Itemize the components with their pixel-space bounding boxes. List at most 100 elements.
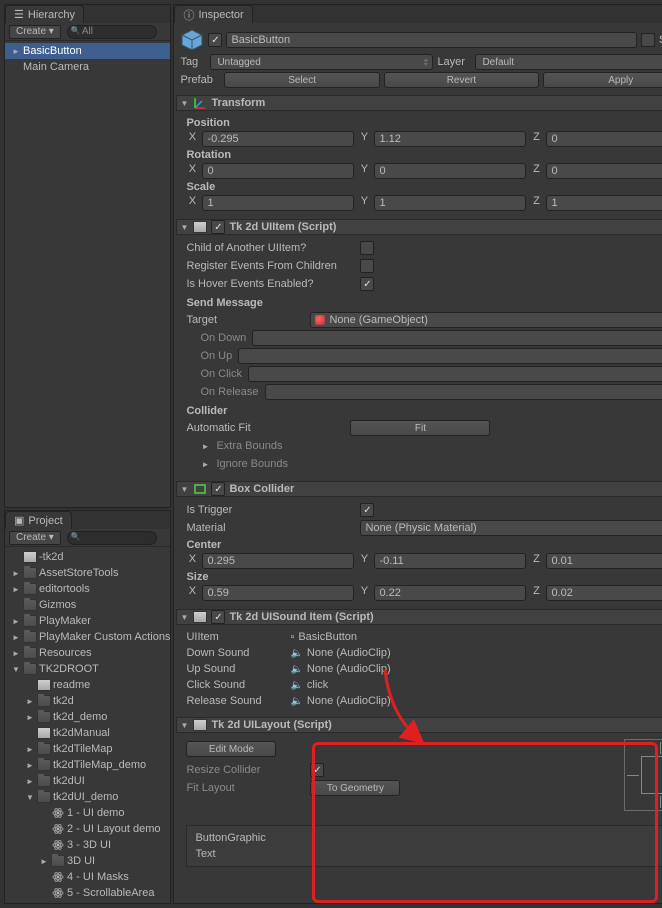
uisound-row-value[interactable]: None (AudioClip) <box>290 647 390 659</box>
hierarchy-item-maincamera[interactable]: Main Camera <box>5 59 170 75</box>
hierarchy-create-button[interactable]: Create ▾ <box>9 25 61 39</box>
uilayout-header[interactable]: Tk 2d UILayout (Script) ? ⚙ <box>176 717 662 733</box>
project-item[interactable]: Gizmos <box>5 597 170 613</box>
foldout-icon[interactable] <box>11 664 21 674</box>
foldout-icon[interactable] <box>11 616 21 626</box>
foldout-icon[interactable] <box>25 696 35 706</box>
event-onclick-field[interactable] <box>248 366 662 382</box>
prefab-select-button[interactable]: Select <box>224 72 379 88</box>
layout-child-item[interactable]: ButtonGraphic <box>195 830 662 846</box>
project-item[interactable]: tk2dTileMap <box>5 741 170 757</box>
project-search-input[interactable] <box>67 531 157 545</box>
event-ondown-field[interactable] <box>252 330 662 346</box>
project-item[interactable]: 3 - 3D UI <box>5 837 170 853</box>
project-item[interactable]: 1 - UI demo <box>5 805 170 821</box>
scale-y-input[interactable] <box>374 195 526 211</box>
to-geometry-button[interactable]: To Geometry <box>310 780 400 796</box>
project-item[interactable]: tk2dUI_demo <box>5 789 170 805</box>
project-item[interactable]: tk2dManual <box>5 725 170 741</box>
foldout-icon[interactable] <box>11 632 21 642</box>
foldout-icon[interactable] <box>11 46 21 56</box>
project-item[interactable]: Resources <box>5 645 170 661</box>
foldout-icon[interactable] <box>25 792 35 802</box>
uisound-row-value[interactable]: None (AudioClip) <box>290 663 390 675</box>
project-item[interactable]: AssetStoreTools <box>5 565 170 581</box>
position-z-input[interactable] <box>546 131 662 147</box>
project-item[interactable]: tk2dTileMap_demo <box>5 757 170 773</box>
edit-mode-button[interactable]: Edit Mode <box>186 741 276 757</box>
project-item[interactable]: 4 - UI Masks <box>5 869 170 885</box>
foldout-icon[interactable] <box>11 584 21 594</box>
center-z-input[interactable] <box>546 553 662 569</box>
foldout-icon[interactable] <box>200 441 210 451</box>
uisound-enabled-checkbox[interactable] <box>211 610 225 624</box>
position-x-input[interactable] <box>202 131 354 147</box>
foldout-icon[interactable] <box>25 744 35 754</box>
child-of-uiitem-checkbox[interactable] <box>360 241 374 255</box>
foldout-icon[interactable] <box>11 648 21 658</box>
event-onup-field[interactable] <box>238 348 662 364</box>
boxcollider-header[interactable]: Box Collider ? ⚙ <box>176 481 662 497</box>
transform-header[interactable]: Transform ? ⚙ <box>176 95 662 111</box>
uisound-header[interactable]: Tk 2d UISound Item (Script) ? ⚙ <box>176 609 662 625</box>
size-z-input[interactable] <box>546 585 662 601</box>
hover-events-checkbox[interactable] <box>360 277 374 291</box>
gameobject-enabled-checkbox[interactable] <box>208 33 222 47</box>
project-item[interactable]: editortools <box>5 581 170 597</box>
project-item[interactable]: 2 - UI Layout demo <box>5 821 170 837</box>
physic-material-field[interactable]: None (Physic Material) <box>360 520 662 536</box>
project-item[interactable]: tk2d <box>5 693 170 709</box>
scale-x-input[interactable] <box>202 195 354 211</box>
project-create-button[interactable]: Create ▾ <box>9 531 61 545</box>
tag-dropdown[interactable]: Untagged <box>210 54 433 70</box>
inspector-tab[interactable]: ⓘ Inspector <box>174 5 252 23</box>
anchor-widget[interactable] <box>624 739 662 811</box>
foldout-icon[interactable] <box>25 760 35 770</box>
center-y-input[interactable] <box>374 553 526 569</box>
fit-button[interactable]: Fit <box>350 420 490 436</box>
foldout-icon[interactable] <box>179 222 189 232</box>
center-x-input[interactable] <box>202 553 354 569</box>
foldout-icon[interactable] <box>179 720 189 730</box>
foldout-icon[interactable] <box>179 98 189 108</box>
gameobject-name-input[interactable] <box>226 32 637 48</box>
project-item[interactable]: tk2dUI <box>5 773 170 789</box>
uiitem-enabled-checkbox[interactable] <box>211 220 225 234</box>
project-item[interactable]: -tk2d <box>5 549 170 565</box>
uisound-row-value[interactable]: BasicButton <box>290 631 357 643</box>
foldout-icon[interactable] <box>11 568 21 578</box>
target-object-field[interactable]: None (GameObject) <box>310 312 662 328</box>
uiitem-header[interactable]: Tk 2d UIItem (Script) ? ⚙ <box>176 219 662 235</box>
static-checkbox[interactable] <box>641 33 655 47</box>
resize-collider-checkbox[interactable] <box>310 763 324 777</box>
project-item[interactable]: PlayMaker Custom Actions <box>5 629 170 645</box>
hierarchy-tab[interactable]: ☰ Hierarchy <box>5 5 84 23</box>
rotation-x-input[interactable] <box>202 163 354 179</box>
foldout-icon[interactable] <box>179 612 189 622</box>
is-trigger-checkbox[interactable] <box>360 503 374 517</box>
boxcollider-enabled-checkbox[interactable] <box>211 482 225 496</box>
hierarchy-search-input[interactable]: All <box>67 25 157 39</box>
prefab-revert-button[interactable]: Revert <box>384 72 539 88</box>
register-events-checkbox[interactable] <box>360 259 374 273</box>
rotation-y-input[interactable] <box>374 163 526 179</box>
project-item[interactable]: readme <box>5 677 170 693</box>
project-item[interactable]: TK2DROOT <box>5 661 170 677</box>
project-item[interactable]: tk2d_demo <box>5 709 170 725</box>
position-y-input[interactable] <box>374 131 526 147</box>
project-item[interactable]: 5 - ScrollableArea <box>5 885 170 901</box>
rotation-z-input[interactable] <box>546 163 662 179</box>
foldout-icon[interactable] <box>25 712 35 722</box>
prefab-apply-button[interactable]: Apply <box>543 72 662 88</box>
scale-z-input[interactable] <box>546 195 662 211</box>
project-item[interactable]: 3D UI <box>5 853 170 869</box>
uisound-row-value[interactable]: click <box>290 679 328 691</box>
uisound-row-value[interactable]: None (AudioClip) <box>290 695 390 707</box>
layout-child-item[interactable]: Text <box>195 846 662 862</box>
project-item[interactable]: PlayMaker <box>5 613 170 629</box>
event-onrelease-field[interactable] <box>265 384 662 400</box>
layer-dropdown[interactable]: Default <box>475 54 662 70</box>
size-x-input[interactable] <box>202 585 354 601</box>
project-tab[interactable]: ▣ Project <box>5 511 72 529</box>
foldout-icon[interactable] <box>39 856 49 866</box>
